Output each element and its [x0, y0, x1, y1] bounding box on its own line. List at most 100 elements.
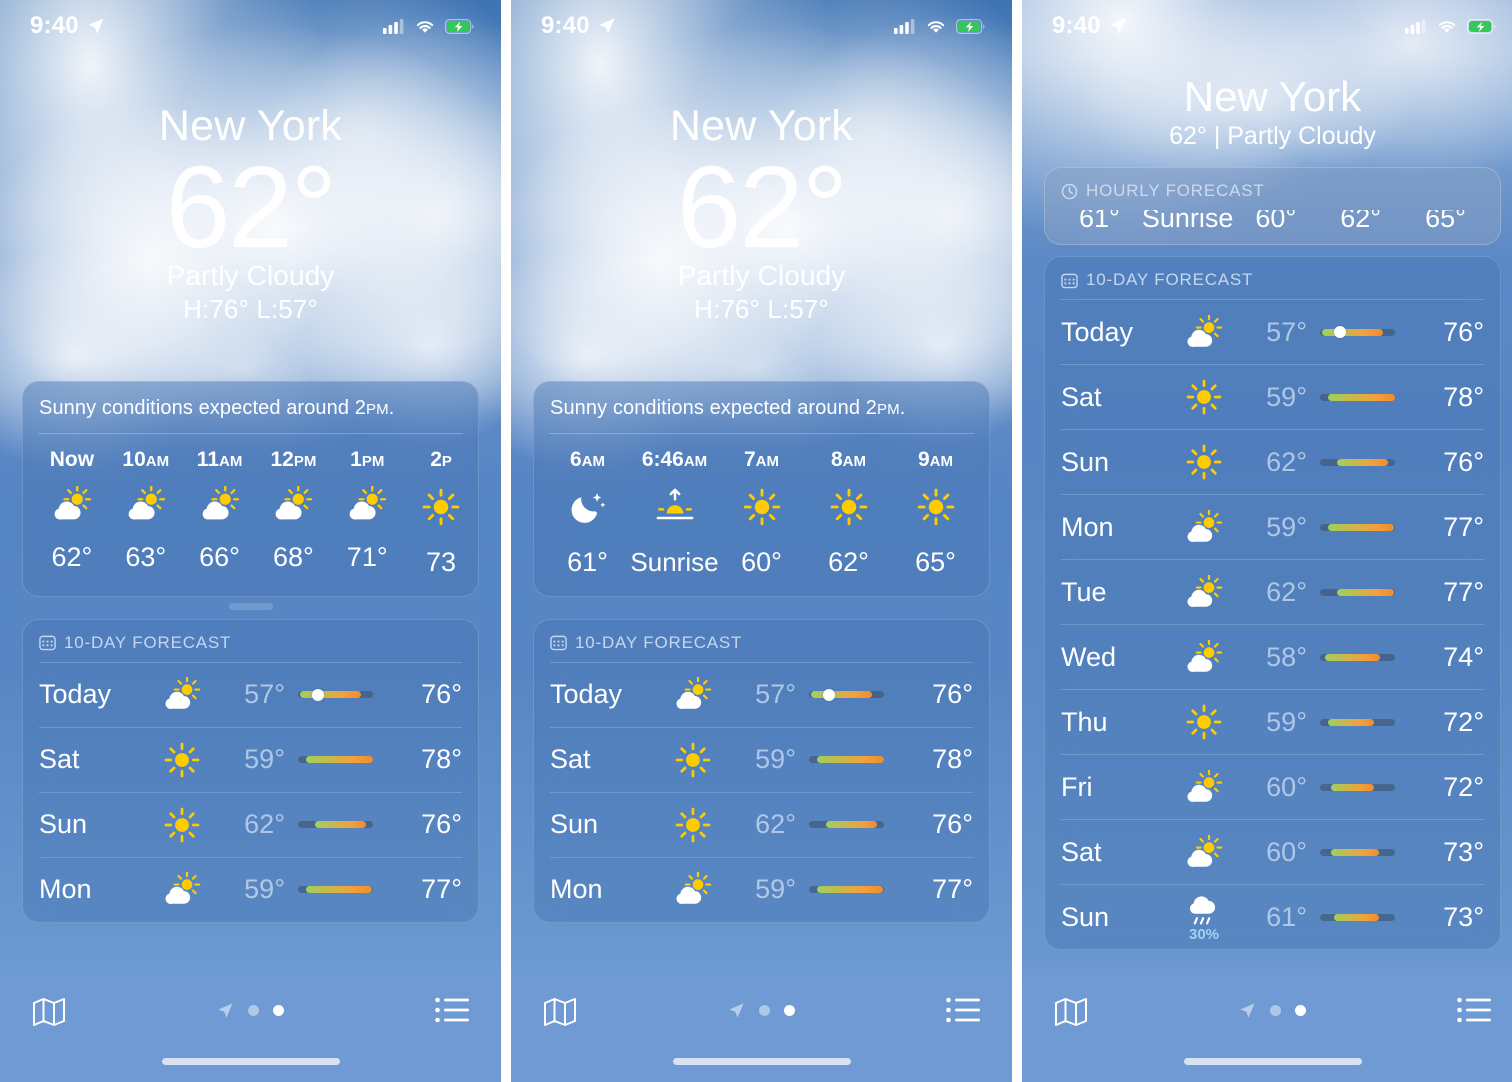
hourly-scroll-indicator-1[interactable] — [228, 602, 273, 610]
current-condition: Partly Cloudy — [166, 259, 335, 291]
map-icon[interactable] — [1054, 996, 1088, 1028]
daily-row[interactable]: Mon 59° 77° — [1061, 494, 1484, 559]
city-name: New York — [1183, 73, 1362, 120]
tab-bar-3 — [1022, 978, 1512, 1082]
cellular-signal-icon — [383, 19, 404, 34]
temperature-range-bar — [1320, 393, 1395, 401]
current-temperature: 62° — [165, 142, 337, 273]
hourly-clipped-value[interactable]: 60° — [1233, 210, 1318, 240]
daily-row[interactable]: Mon 59° 77° — [550, 856, 973, 922]
daily-row[interactable]: Sat 60° 73° — [1061, 819, 1484, 884]
range-fill — [826, 821, 877, 829]
daily-row[interactable]: Thu 59° 72° — [1061, 689, 1484, 754]
home-indicator-2[interactable] — [672, 1058, 851, 1065]
hourly-clipped-value[interactable]: 61° — [1057, 210, 1142, 240]
temperature-range-bar — [809, 821, 884, 829]
temperature-range-bar — [1320, 718, 1395, 726]
daily-row[interactable]: Sat 59° 78° — [39, 726, 462, 792]
hourly-cell[interactable]: 6:46AM Sunrise — [630, 448, 718, 578]
hourly-forecast-card-1[interactable]: Sunny conditions expected around 2PM. No… — [22, 380, 479, 597]
hourly-strip-1[interactable]: Now 62° 10AM 63° 11AM 66° 12PM 68° 1PM 7… — [23, 434, 478, 596]
map-icon[interactable] — [543, 996, 577, 1028]
daily-row[interactable]: Sat 59° 78° — [550, 726, 973, 792]
hourly-cell[interactable]: 9AM 65° — [892, 448, 979, 578]
location-arrow-icon[interactable] — [217, 1002, 234, 1019]
page-indicator-2[interactable] — [728, 996, 795, 1019]
map-icon[interactable] — [32, 996, 66, 1028]
page-dot-2[interactable] — [273, 1005, 284, 1016]
battery-charging-icon — [1467, 18, 1496, 34]
hour-weather-icon-wrap — [125, 485, 167, 528]
daily-row[interactable]: Mon 59° 77° — [39, 856, 462, 922]
sunny-icon — [1186, 444, 1222, 480]
status-bar-3: 9:40 — [1022, 0, 1512, 52]
home-indicator-3[interactable] — [1183, 1058, 1362, 1065]
daily-row[interactable]: Sat 59° 78° — [1061, 364, 1484, 429]
day-weather-icon-wrap — [1173, 769, 1235, 805]
sunny-icon — [1186, 379, 1222, 415]
daily-row[interactable]: Sun 30% 61° 73° — [1061, 884, 1484, 949]
battery-charging-icon — [956, 18, 985, 34]
day-high-temperature: 73° — [1443, 836, 1484, 867]
hourly-forecast-card-2[interactable]: Sunny conditions expected around 2PM. 6A… — [533, 380, 990, 597]
hourly-clipped-value[interactable]: Sunrise — [1142, 210, 1234, 240]
page-indicator-3[interactable] — [1239, 996, 1306, 1019]
hourly-cell[interactable]: 6AM 61° — [544, 448, 631, 578]
list-icon[interactable] — [435, 996, 469, 1024]
daily-forecast-card-2[interactable]: 10-DAY FORECAST Today 57° 76° Sat 59° 78… — [533, 618, 990, 923]
daily-row[interactable]: Today 57° 76° — [39, 661, 462, 727]
hourly-cell[interactable]: 1PM 71° — [330, 448, 404, 578]
day-high-temperature: 76° — [1443, 316, 1484, 347]
hourly-clipped-value[interactable]: 62° — [1318, 210, 1403, 240]
high-low-temperature: H:76° L:57° — [694, 293, 829, 324]
hourly-forecast-card-3[interactable]: HOURLY FORECAST 61° Sunrise 60° 62° 65° — [1044, 167, 1501, 246]
home-indicator-1[interactable] — [161, 1058, 340, 1065]
day-low-temperature: 59° — [755, 744, 796, 775]
page-dot-1[interactable] — [248, 1005, 259, 1016]
daily-forecast-header-2: 10-DAY FORECAST — [534, 620, 989, 662]
temperature-range-bar — [298, 886, 373, 894]
list-icon[interactable] — [946, 996, 980, 1024]
day-high-temperature: 78° — [1443, 381, 1484, 412]
location-arrow-icon[interactable] — [1239, 1002, 1256, 1019]
hourly-clipped-values-3[interactable]: 61° Sunrise 60° 62° 65° — [1045, 210, 1500, 240]
daily-row[interactable]: Wed 58° 74° — [1061, 624, 1484, 689]
daily-row[interactable]: Tue 62° 77° — [1061, 559, 1484, 624]
daily-row[interactable]: Sun 62° 76° — [1061, 429, 1484, 494]
page-dot-2[interactable] — [1295, 1005, 1306, 1016]
location-arrow-icon[interactable] — [728, 1002, 745, 1019]
day-weather-icon-wrap — [1173, 314, 1235, 350]
hourly-cell[interactable]: 2P 73 — [404, 448, 478, 578]
hourly-cell[interactable]: 10AM 63° — [109, 448, 183, 578]
daily-row[interactable]: Sun 62° 76° — [550, 791, 973, 857]
page-dot-1[interactable] — [1270, 1005, 1281, 1016]
hourly-cell[interactable]: 12PM 68° — [256, 448, 330, 578]
hourly-cell[interactable]: Now 62° — [35, 448, 109, 578]
hourly-cell[interactable]: 8AM 62° — [805, 448, 892, 578]
list-icon[interactable] — [1457, 996, 1491, 1024]
daily-row[interactable]: Sun 62° 76° — [39, 791, 462, 857]
daily-forecast-card-3[interactable]: 10-DAY FORECAST Today 57° 76° Sat 59° 78… — [1044, 256, 1501, 951]
hour-weather-icon-wrap — [272, 485, 314, 528]
day-low-temperature: 59° — [244, 874, 285, 905]
day-weather-icon-wrap — [1173, 509, 1235, 545]
daily-forecast-card-1[interactable]: 10-DAY FORECAST Today 57° 76° Sat 59° 78… — [22, 618, 479, 923]
day-name: Sun — [1061, 901, 1110, 932]
page-indicator-1[interactable] — [217, 996, 284, 1019]
daily-row[interactable]: Today 57° 76° — [1061, 299, 1484, 364]
hourly-strip-2[interactable]: 6AM 61° 6:46AM Sunrise 7AM 60° 8AM 62° 9… — [534, 434, 989, 596]
hourly-forecast-header-label: HOURLY FORECAST — [1086, 181, 1265, 201]
page-dot-2[interactable] — [784, 1005, 795, 1016]
page-dot-1[interactable] — [759, 1005, 770, 1016]
hourly-clipped-value[interactable]: 65° — [1403, 210, 1488, 240]
day-high-temperature: 76° — [421, 809, 462, 840]
daily-row[interactable]: Today 57° 76° — [550, 661, 973, 727]
daily-row[interactable]: Fri 60° 72° — [1061, 754, 1484, 819]
hourly-cell[interactable]: 7AM 60° — [718, 448, 805, 578]
battery-charging-icon — [445, 18, 474, 34]
hourly-cell[interactable]: 11AM 66° — [183, 448, 257, 578]
day-name: Wed — [1061, 641, 1117, 672]
range-fill — [816, 886, 883, 894]
temperature-range-bar — [1320, 326, 1395, 339]
sunny-icon — [675, 742, 711, 778]
